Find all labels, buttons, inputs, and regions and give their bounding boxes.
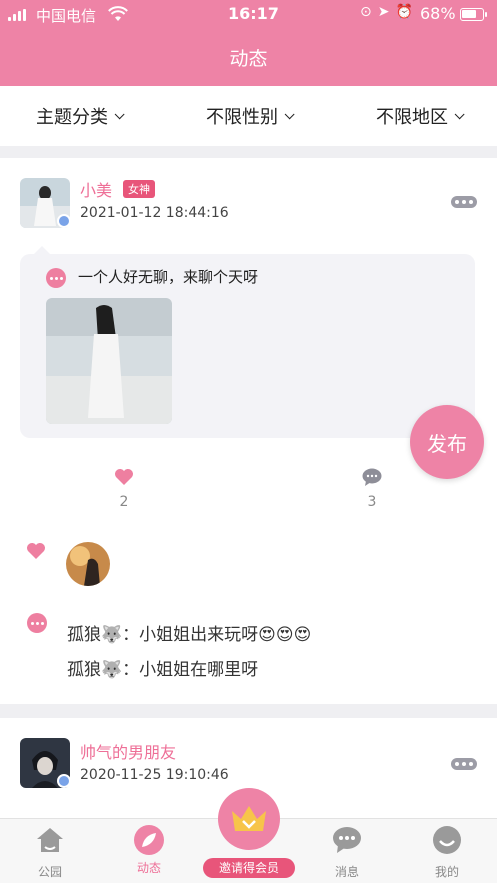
comment-text: 小姐姐出来玩呀😍😍😍 <box>139 625 312 645</box>
comment-author: 孤狼🐺 <box>67 625 123 645</box>
like-count: 2 <box>119 494 129 510</box>
post-username[interactable]: 小美 <box>80 177 112 201</box>
carrier-name: 中国电信 <box>36 7 97 25</box>
tab-park-label: 公园 <box>37 865 62 879</box>
post-content: 一个人好无聊，来聊个天呀 <box>20 246 475 438</box>
comment-separator: ： <box>122 625 140 645</box>
comment-text: 小姐姐在哪里呀 <box>139 660 259 680</box>
battery-icon <box>460 8 487 21</box>
filter-region[interactable]: 不限地区 <box>376 103 465 129</box>
heart-icon <box>27 543 45 559</box>
liker-avatar[interactable] <box>66 542 110 586</box>
filter-gender[interactable]: 不限性别 <box>206 103 295 129</box>
heart-icon <box>115 469 133 485</box>
tab-park[interactable]: 公园 <box>20 825 80 880</box>
location-alarm-icons: ⊙➤⏰ <box>360 4 419 20</box>
status-time: 16:17 <box>228 4 279 23</box>
message-icon <box>333 827 361 853</box>
page-title: 动态 <box>229 48 268 70</box>
crown-icon <box>232 806 266 831</box>
status-bar: 中国电信 16:17 ⊙➤⏰ 68% <box>0 0 497 30</box>
comment-count: 3 <box>367 494 377 510</box>
tab-messages-label: 消息 <box>334 865 359 879</box>
post-text: 一个人好无聊，来聊个天呀 <box>78 268 259 286</box>
comment-separator: ： <box>122 660 140 680</box>
post-time: 2020-11-25 19:10:46 <box>80 767 229 783</box>
signal-icon <box>8 9 28 21</box>
filter-region-label: 不限地区 <box>376 107 448 128</box>
battery-percent: 68% <box>420 4 456 23</box>
filter-gender-label: 不限性别 <box>206 107 278 128</box>
chevron-down-icon <box>284 108 295 119</box>
more-options-icon[interactable] <box>451 758 477 770</box>
verified-icon <box>57 214 71 228</box>
invite-member-button[interactable] <box>218 788 280 850</box>
comment-stat[interactable]: 3 <box>352 468 392 510</box>
filter-bar: 主题分类 不限性别 不限地区 <box>0 86 497 146</box>
feather-icon <box>134 825 164 855</box>
comment-bubble-icon <box>27 613 47 633</box>
tab-feed[interactable]: 动态 <box>119 825 179 876</box>
like-stat[interactable]: 2 <box>104 468 144 510</box>
smile-icon <box>433 826 461 854</box>
comment-item[interactable]: 孤狼🐺：小姐姐出来玩呀😍😍😍 <box>67 620 311 645</box>
post-username[interactable]: 帅气的男朋友 <box>80 739 176 763</box>
comment-item[interactable]: 孤狼🐺：小姐姐在哪里呀 <box>67 655 258 680</box>
filter-topic-label: 主题分类 <box>36 107 108 128</box>
comment-author: 孤狼🐺 <box>67 660 123 680</box>
post-image[interactable] <box>46 298 172 424</box>
tab-profile-label: 我的 <box>434 865 459 879</box>
chevron-down-icon <box>114 108 125 119</box>
chevron-down-icon <box>454 108 465 119</box>
tab-feed-label: 动态 <box>136 861 161 875</box>
comment-bubble-icon <box>46 268 66 288</box>
invite-member-label[interactable]: 邀请得会员 <box>203 858 295 878</box>
app-header: 中国电信 16:17 ⊙➤⏰ 68% 动态 <box>0 0 497 86</box>
post-time: 2021-01-12 18:44:16 <box>80 205 229 221</box>
wifi-icon <box>108 6 128 21</box>
tab-messages[interactable]: 消息 <box>317 825 377 880</box>
verified-icon <box>57 774 71 788</box>
tab-profile[interactable]: 我的 <box>417 825 477 880</box>
more-options-icon[interactable] <box>451 196 477 208</box>
comment-icon <box>362 468 382 486</box>
filter-topic[interactable]: 主题分类 <box>36 103 125 129</box>
publish-button[interactable]: 发布 <box>410 405 484 479</box>
house-icon <box>37 828 63 852</box>
user-badge: 女神 <box>123 180 155 198</box>
